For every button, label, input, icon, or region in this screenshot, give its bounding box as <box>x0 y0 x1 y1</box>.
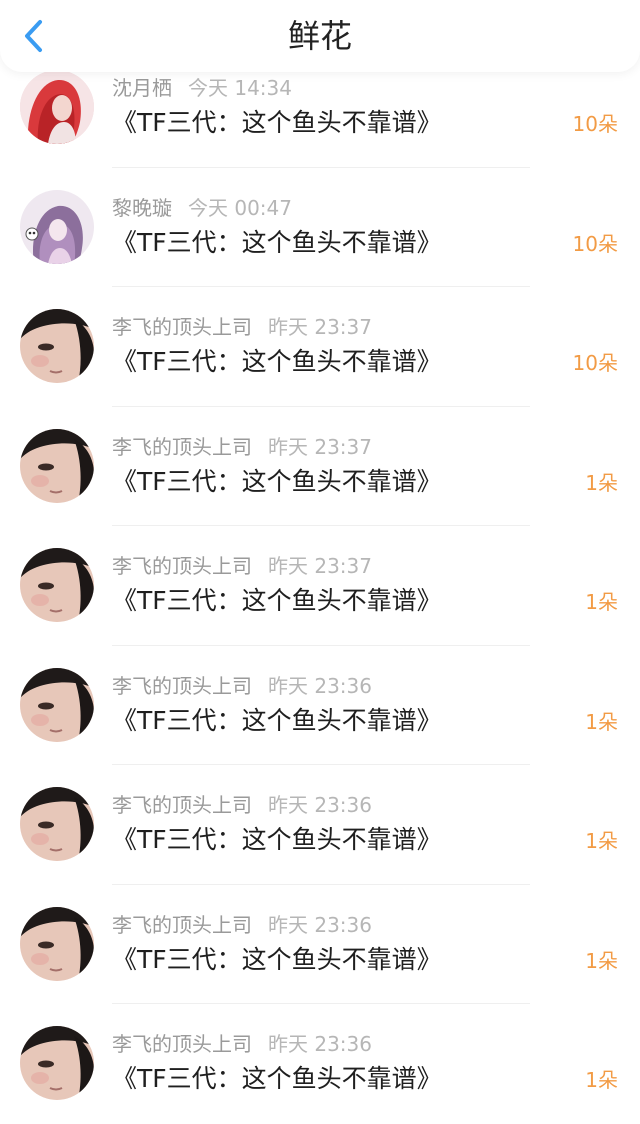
book-title[interactable]: 《TF三代：这个鱼头不靠谱》 <box>112 823 442 857</box>
flower-count: 1朵 <box>585 470 618 495</box>
timestamp: 昨天 23:36 <box>268 673 372 698</box>
avatar[interactable] <box>20 787 94 861</box>
avatar[interactable] <box>20 548 94 622</box>
list-item[interactable]: 李飞的顶头上司 昨天 23:36 《TF三代：这个鱼头不靠谱》 1朵 <box>0 1004 640 1124</box>
avatar[interactable] <box>20 667 94 742</box>
timestamp: 昨天 23:36 <box>268 793 372 817</box>
timestamp: 昨天 23:37 <box>268 434 372 459</box>
book-title[interactable]: 《TF三代：这个鱼头不靠谱》 <box>112 345 442 379</box>
book-title[interactable]: 《TF三代：这个鱼头不靠谱》 <box>112 943 442 977</box>
flower-count: 1朵 <box>585 829 618 853</box>
timestamp: 昨天 23:37 <box>268 315 372 339</box>
avatar[interactable] <box>20 70 94 144</box>
avatar[interactable] <box>20 189 94 264</box>
sender-name[interactable]: 李飞的顶头上司 <box>112 1032 252 1056</box>
list-item[interactable]: 李飞的顶头上司 昨天 23:36 《TF三代：这个鱼头不靠谱》 1朵 <box>0 885 640 1004</box>
meta-line: 沈月栖 今天 14:34 <box>112 74 292 102</box>
timestamp: 今天 14:34 <box>188 76 292 100</box>
avatar[interactable] <box>20 309 94 383</box>
meta-line: 李飞的顶头上司 昨天 23:36 <box>112 672 372 700</box>
timestamp: 今天 00:47 <box>188 195 292 220</box>
flower-count: 1朵 <box>585 709 618 734</box>
list-item[interactable]: 李飞的顶头上司 昨天 23:36 《TF三代：这个鱼头不靠谱》 1朵 <box>0 765 640 885</box>
meta-line: 李飞的顶头上司 昨天 23:36 <box>112 791 372 819</box>
sender-name[interactable]: 李飞的顶头上司 <box>112 793 252 817</box>
flower-count: 1朵 <box>585 1068 618 1092</box>
flower-record-list: 沈月栖 今天 14:34 《TF三代：这个鱼头不靠谱》 10朵 黎晚璇 今天 00:… <box>0 48 640 1124</box>
avatar[interactable] <box>20 428 94 503</box>
book-title[interactable]: 《TF三代：这个鱼头不靠谱》 <box>112 584 442 618</box>
timestamp: 昨天 23:37 <box>268 554 372 578</box>
page-title: 鲜花 <box>287 17 352 55</box>
sender-name[interactable]: 李飞的顶头上司 <box>112 435 252 459</box>
meta-line: 李飞的顶头上司 昨天 23:37 <box>112 433 372 461</box>
list-item[interactable]: 李飞的顶头上司 昨天 23:37 《TF三代：这个鱼头不靠谱》 10朵 <box>0 287 640 407</box>
top-nav-bar: 鲜花 <box>0 0 640 72</box>
book-title[interactable]: 《TF三代：这个鱼头不靠谱》 <box>112 226 442 260</box>
book-title[interactable]: 《TF三代：这个鱼头不靠谱》 <box>112 465 442 499</box>
book-title[interactable]: 《TF三代：这个鱼头不靠谱》 <box>112 106 442 140</box>
flower-count: 10朵 <box>572 231 618 256</box>
sender-name[interactable]: 李飞的顶头上司 <box>112 554 252 578</box>
meta-line: 李飞的顶头上司 昨天 23:36 <box>112 911 372 939</box>
book-title[interactable]: 《TF三代：这个鱼头不靠谱》 <box>112 1062 442 1096</box>
timestamp: 昨天 23:36 <box>268 1032 372 1056</box>
list-item[interactable]: 李飞的顶头上司 昨天 23:36 《TF三代：这个鱼头不靠谱》 1朵 <box>0 646 640 765</box>
meta-line: 李飞的顶头上司 昨天 23:37 <box>112 552 372 580</box>
meta-line: 李飞的顶头上司 昨天 23:37 <box>112 313 372 341</box>
list-item[interactable]: 黎晚璇 今天 00:47 《TF三代：这个鱼头不靠谱》 10朵 <box>0 168 640 287</box>
list-item[interactable]: 李飞的顶头上司 昨天 23:37 《TF三代：这个鱼头不靠谱》 1朵 <box>0 407 640 526</box>
avatar[interactable] <box>20 1026 94 1100</box>
sender-name[interactable]: 李飞的顶头上司 <box>112 315 252 339</box>
book-title[interactable]: 《TF三代：这个鱼头不靠谱》 <box>112 704 442 738</box>
flower-count: 10朵 <box>572 351 618 375</box>
avatar[interactable] <box>20 906 94 981</box>
flower-count: 10朵 <box>572 112 618 136</box>
flower-count: 1朵 <box>585 590 618 614</box>
sender-name[interactable]: 李飞的顶头上司 <box>112 913 252 937</box>
timestamp: 昨天 23:36 <box>268 912 372 937</box>
flower-count: 1朵 <box>585 948 618 973</box>
list-item[interactable]: 李飞的顶头上司 昨天 23:37 《TF三代：这个鱼头不靠谱》 1朵 <box>0 526 640 646</box>
meta-line: 李飞的顶头上司 昨天 23:36 <box>112 1030 372 1058</box>
sender-name[interactable]: 沈月栖 <box>112 76 172 100</box>
sender-name[interactable]: 黎晚璇 <box>112 196 172 220</box>
meta-line: 黎晚璇 今天 00:47 <box>112 194 292 222</box>
sender-name[interactable]: 李飞的顶头上司 <box>112 674 252 698</box>
